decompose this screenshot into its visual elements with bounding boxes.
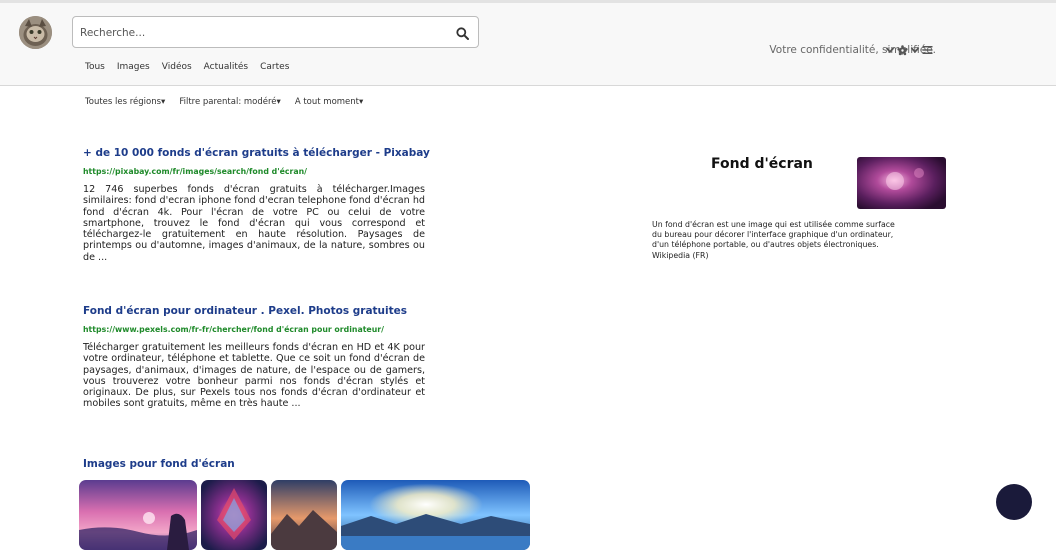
nav-tabs: Tous Images Vidéos Actualités Cartes (85, 62, 301, 72)
search-result: Fond d'écran pour ordinateur . Pexel. Ph… (83, 305, 425, 410)
chat-icon[interactable] (996, 484, 1032, 520)
result-snippet: Télécharger gratuitement les meilleurs f… (83, 342, 425, 410)
knowledge-panel-image[interactable] (857, 157, 946, 209)
images-section-title[interactable]: Images pour fond d'écran (83, 458, 235, 470)
search-filters: Toutes les régions▾ Filtre parental: mod… (85, 97, 377, 107)
image-thumbnail[interactable] (271, 480, 337, 550)
settings-gear-icon[interactable] (897, 44, 908, 56)
filter-time[interactable]: A tout moment▾ (295, 97, 363, 107)
tab-cartes[interactable]: Cartes (260, 62, 289, 72)
tab-actualites[interactable]: Actualités (204, 62, 248, 72)
search-icon[interactable] (456, 25, 470, 40)
image-thumbnail[interactable] (201, 480, 267, 550)
chevron-down-icon[interactable] (885, 45, 895, 55)
header: Tous Images Vidéos Actualités Cartes Vot… (0, 3, 1056, 86)
tab-videos[interactable]: Vidéos (162, 62, 192, 72)
image-thumbnail[interactable] (79, 480, 197, 550)
search-input[interactable] (80, 23, 450, 43)
avatar[interactable] (19, 16, 52, 49)
tab-images[interactable]: Images (117, 62, 150, 72)
knowledge-panel-title: Fond d'écran (711, 156, 813, 172)
result-url[interactable]: https://www.pexels.com/fr-fr/chercher/fo… (83, 325, 425, 334)
tab-tous[interactable]: Tous (85, 62, 105, 72)
filter-region[interactable]: Toutes les régions▾ (85, 97, 165, 107)
knowledge-panel-description: Un fond d'écran est une image qui est ut… (652, 220, 895, 260)
search-result: + de 10 000 fonds d'écran gratuits à tél… (83, 147, 430, 263)
header-icons (885, 43, 933, 57)
result-url[interactable]: https://pixabay.com/fr/images/search/fon… (83, 167, 425, 176)
result-title[interactable]: Fond d'écran pour ordinateur . Pexel. Ph… (83, 305, 425, 317)
filter-parental[interactable]: Filtre parental: modéré▾ (179, 97, 280, 107)
chevron-down-icon[interactable] (910, 45, 920, 55)
result-snippet: 12 746 superbes fonds d'écran gratuits à… (83, 184, 425, 263)
result-title[interactable]: + de 10 000 fonds d'écran gratuits à tél… (83, 147, 430, 159)
search-box (72, 16, 479, 48)
image-thumbnail[interactable] (341, 480, 530, 550)
menu-icon[interactable] (922, 45, 933, 55)
